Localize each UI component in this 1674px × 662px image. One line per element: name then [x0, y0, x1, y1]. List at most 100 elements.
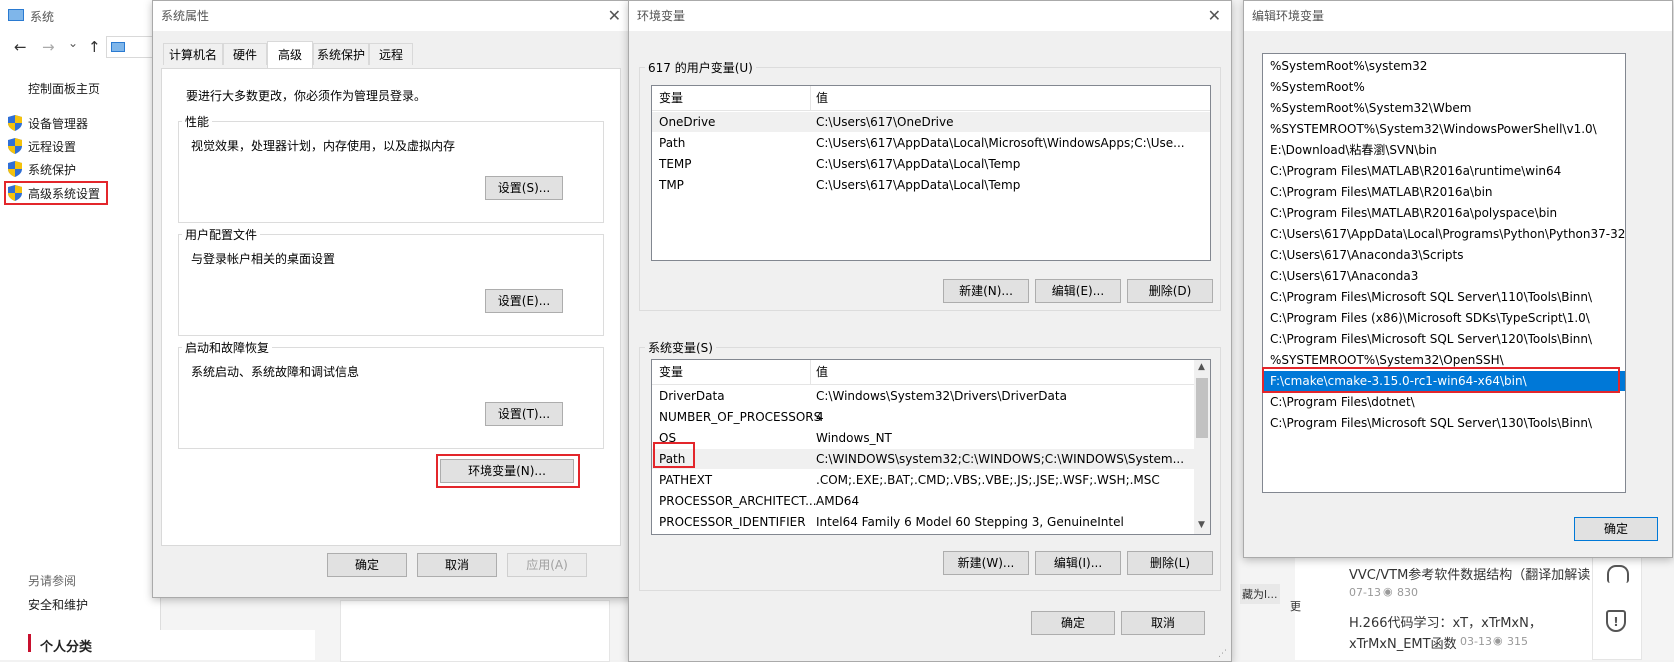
headset-icon[interactable]	[1607, 565, 1629, 583]
list-item[interactable]: C:\Program Files\Microsoft SQL Server\12…	[1263, 329, 1625, 349]
tab-hardware[interactable]: 硬件	[223, 43, 267, 65]
tab-advanced[interactable]: 高级	[267, 41, 313, 69]
remote-settings-link[interactable]: 远程设置	[28, 138, 76, 155]
user-edit-button[interactable]: 编辑(E)...	[1035, 279, 1121, 303]
table-row[interactable]: TMP C:\Users\617\AppData\Local\Temp	[652, 175, 1210, 195]
bg-snippet-2: 更	[1290, 600, 1301, 613]
table-row[interactable]: TEMP C:\Users\617\AppData\Local\Temp	[652, 154, 1210, 174]
table-row[interactable]: PATHEXT .COM;.EXE;.BAT;.CMD;.VBS;.VBE;.JS…	[652, 470, 1194, 490]
bg-article-2-title-line2[interactable]: xTrMxN_EMT函数	[1349, 633, 1457, 652]
forward-button[interactable]: →	[42, 38, 55, 56]
close-icon[interactable]: ✕	[1208, 1, 1221, 31]
system-delete-button[interactable]: 删除(L)	[1127, 551, 1213, 575]
path-entry: C:\Program Files\dotnet\	[1270, 395, 1415, 409]
up-button[interactable]: ↑	[88, 38, 101, 56]
table-row[interactable]: PROCESSOR_ARCHITECT... AMD64	[652, 491, 1194, 511]
system-variables-list[interactable]: 变量 值 DriverData C:\Windows\System32\Drive…	[651, 359, 1211, 535]
table-row[interactable]: Path C:\Users\617\AppData\Local\Microsoft…	[652, 133, 1210, 153]
bg-article-1-title[interactable]: VVC/VTM参考软件数据结构（翻译加解读	[1349, 564, 1609, 583]
column-value[interactable]: 值	[816, 360, 828, 384]
security-maintenance-link[interactable]: 安全和维护	[28, 596, 88, 613]
user-new-button[interactable]: 新建(N)...	[943, 279, 1029, 303]
path-entry: %SystemRoot%\System32\Wbem	[1270, 101, 1472, 115]
ok-button[interactable]: 确定	[1031, 611, 1115, 635]
list-item[interactable]: C:\Users\617\AppData\Local\Programs\Pyth…	[1263, 224, 1625, 244]
list-item[interactable]: C:\Program Files (x86)\Microsoft SDKs\Ty…	[1263, 308, 1625, 328]
system-window-title: 系统	[30, 10, 55, 24]
system-properties-titlebar: 系统属性 ✕	[153, 1, 631, 31]
ok-button[interactable]: 确定	[1574, 517, 1658, 541]
ok-button[interactable]: 确定	[327, 553, 407, 577]
back-button[interactable]: ←	[14, 38, 27, 56]
vertical-scrollbar[interactable]: ▲ ▼	[1194, 360, 1210, 534]
column-variable[interactable]: 变量	[659, 86, 683, 110]
user-variables-label: 617 的用户变量(U)	[645, 59, 756, 76]
cancel-button[interactable]: 取消	[1121, 611, 1205, 635]
path-entry: %SystemRoot%\system32	[1270, 59, 1428, 73]
control-panel-home-link[interactable]: 控制面板主页	[28, 80, 100, 97]
path-entry: C:\Users\617\Anaconda3\Scripts	[1270, 248, 1464, 262]
table-row[interactable]: DriverData C:\Windows\System32\Drivers\Dr…	[652, 386, 1194, 406]
list-item[interactable]: %SystemRoot%\system32	[1263, 56, 1625, 76]
list-item[interactable]: %SYSTEMROOT%\System32\WindowsPowerShell\…	[1263, 119, 1625, 139]
variable-name: OneDrive	[659, 115, 716, 129]
bg-snippet: 藏为l...	[1240, 584, 1280, 604]
list-item[interactable]: E:\Download\粘春瀏\SVN\bin	[1263, 140, 1625, 160]
system-edit-button[interactable]: 编辑(I)...	[1035, 551, 1121, 575]
list-item[interactable]: C:\Program Files\dotnet\	[1263, 392, 1625, 412]
column-value[interactable]: 值	[816, 86, 828, 110]
apply-button[interactable]: 应用(A)	[507, 553, 587, 577]
list-item[interactable]: %SystemRoot%	[1263, 77, 1625, 97]
recent-dropdown-button[interactable]: ⌄	[68, 36, 78, 50]
path-entry: C:\Program Files\Microsoft SQL Server\13…	[1270, 416, 1593, 430]
tab-remote[interactable]: 远程	[369, 43, 413, 65]
system-protection-link[interactable]: 系统保护	[28, 161, 76, 178]
bg-view-icon: ◉	[1383, 585, 1393, 598]
variable-value: C:\Users\617\AppData\Local\Temp	[816, 157, 1021, 171]
table-row[interactable]: OneDrive C:\Users\617\OneDrive	[652, 112, 1210, 132]
scroll-up-icon[interactable]: ▲	[1198, 362, 1205, 372]
user-delete-button[interactable]: 删除(D)	[1127, 279, 1213, 303]
system-new-button[interactable]: 新建(W)...	[943, 551, 1029, 575]
list-item[interactable]: C:\Program Files\MATLAB\R2016a\bin	[1263, 182, 1625, 202]
close-icon[interactable]: ✕	[608, 1, 621, 31]
system-properties-dialog: 系统属性 ✕ 计算机名 硬件 高级 系统保护 远程 要进行大多数更改，你必须作为…	[152, 0, 632, 598]
list-item[interactable]: C:\Program Files\Microsoft SQL Server\13…	[1263, 413, 1625, 433]
shield-report-icon[interactable]: !	[1606, 610, 1626, 632]
path-entry: C:\Program Files\Microsoft SQL Server\11…	[1270, 290, 1593, 304]
list-item[interactable]: C:\Program Files\MATLAB\R2016a\polyspace…	[1263, 203, 1625, 223]
list-item[interactable]: C:\Program Files\Microsoft SQL Server\11…	[1263, 287, 1625, 307]
performance-settings-button[interactable]: 设置(S)...	[485, 176, 563, 200]
address-bar[interactable]	[106, 36, 156, 58]
tab-system-protection[interactable]: 系统保护	[313, 43, 369, 65]
startup-recovery-settings-button[interactable]: 设置(T)...	[485, 402, 563, 426]
user-profiles-settings-button[interactable]: 设置(E)...	[485, 289, 563, 313]
list-item[interactable]: C:\Users\617\Anaconda3\Scripts	[1263, 245, 1625, 265]
list-item[interactable]: %SystemRoot%\System32\Wbem	[1263, 98, 1625, 118]
resize-grip-icon[interactable]: ⋰	[1218, 649, 1227, 659]
bg-article-2-views: 315	[1507, 635, 1528, 648]
table-row[interactable]: PROCESSOR_IDENTIFIER Intel64 Family 6 Mod…	[652, 512, 1194, 532]
variable-name: DriverData	[659, 389, 725, 403]
list-item[interactable]: C:\Program Files\MATLAB\R2016a\runtime\w…	[1263, 161, 1625, 181]
bg-article-2-title-line1[interactable]: H.266代码学习：xT，xTrMxN，	[1349, 612, 1542, 631]
path-entries-list[interactable]: %SystemRoot%\system32 %SystemRoot% %Syst…	[1262, 53, 1626, 493]
tab-computer-name[interactable]: 计算机名	[163, 43, 223, 65]
table-row[interactable]: Path C:\WINDOWS\system32;C:\WINDOWS;C:\WI…	[652, 449, 1194, 469]
variable-name: TEMP	[659, 157, 692, 171]
edit-environment-variable-dialog: 编辑环境变量 %SystemRoot%\system32 %SystemRoot…	[1243, 0, 1673, 558]
user-variables-header: 变量 值	[652, 86, 1210, 111]
edit-environment-variable-titlebar: 编辑环境变量	[1244, 1, 1672, 31]
advanced-tab-panel: 要进行大多数更改，你必须作为管理员登录。 性能 视觉效果，处理器计划，内存使用，…	[161, 68, 621, 546]
variable-value: Windows_NT	[816, 431, 892, 445]
cancel-button[interactable]: 取消	[417, 553, 497, 577]
table-row[interactable]: OS Windows_NT	[652, 428, 1194, 448]
user-variables-list[interactable]: 变量 值 OneDrive C:\Users\617\OneDrive Path C…	[651, 85, 1211, 261]
table-row[interactable]: NUMBER_OF_PROCESSORS 4	[652, 407, 1194, 427]
scrollbar-thumb[interactable]	[1196, 378, 1208, 438]
personal-category-label[interactable]: 个人分类	[40, 636, 92, 655]
device-manager-link[interactable]: 设备管理器	[28, 115, 88, 132]
column-variable[interactable]: 变量	[659, 360, 683, 384]
list-item[interactable]: C:\Users\617\Anaconda3	[1263, 266, 1625, 286]
scroll-down-icon[interactable]: ▼	[1198, 520, 1205, 530]
